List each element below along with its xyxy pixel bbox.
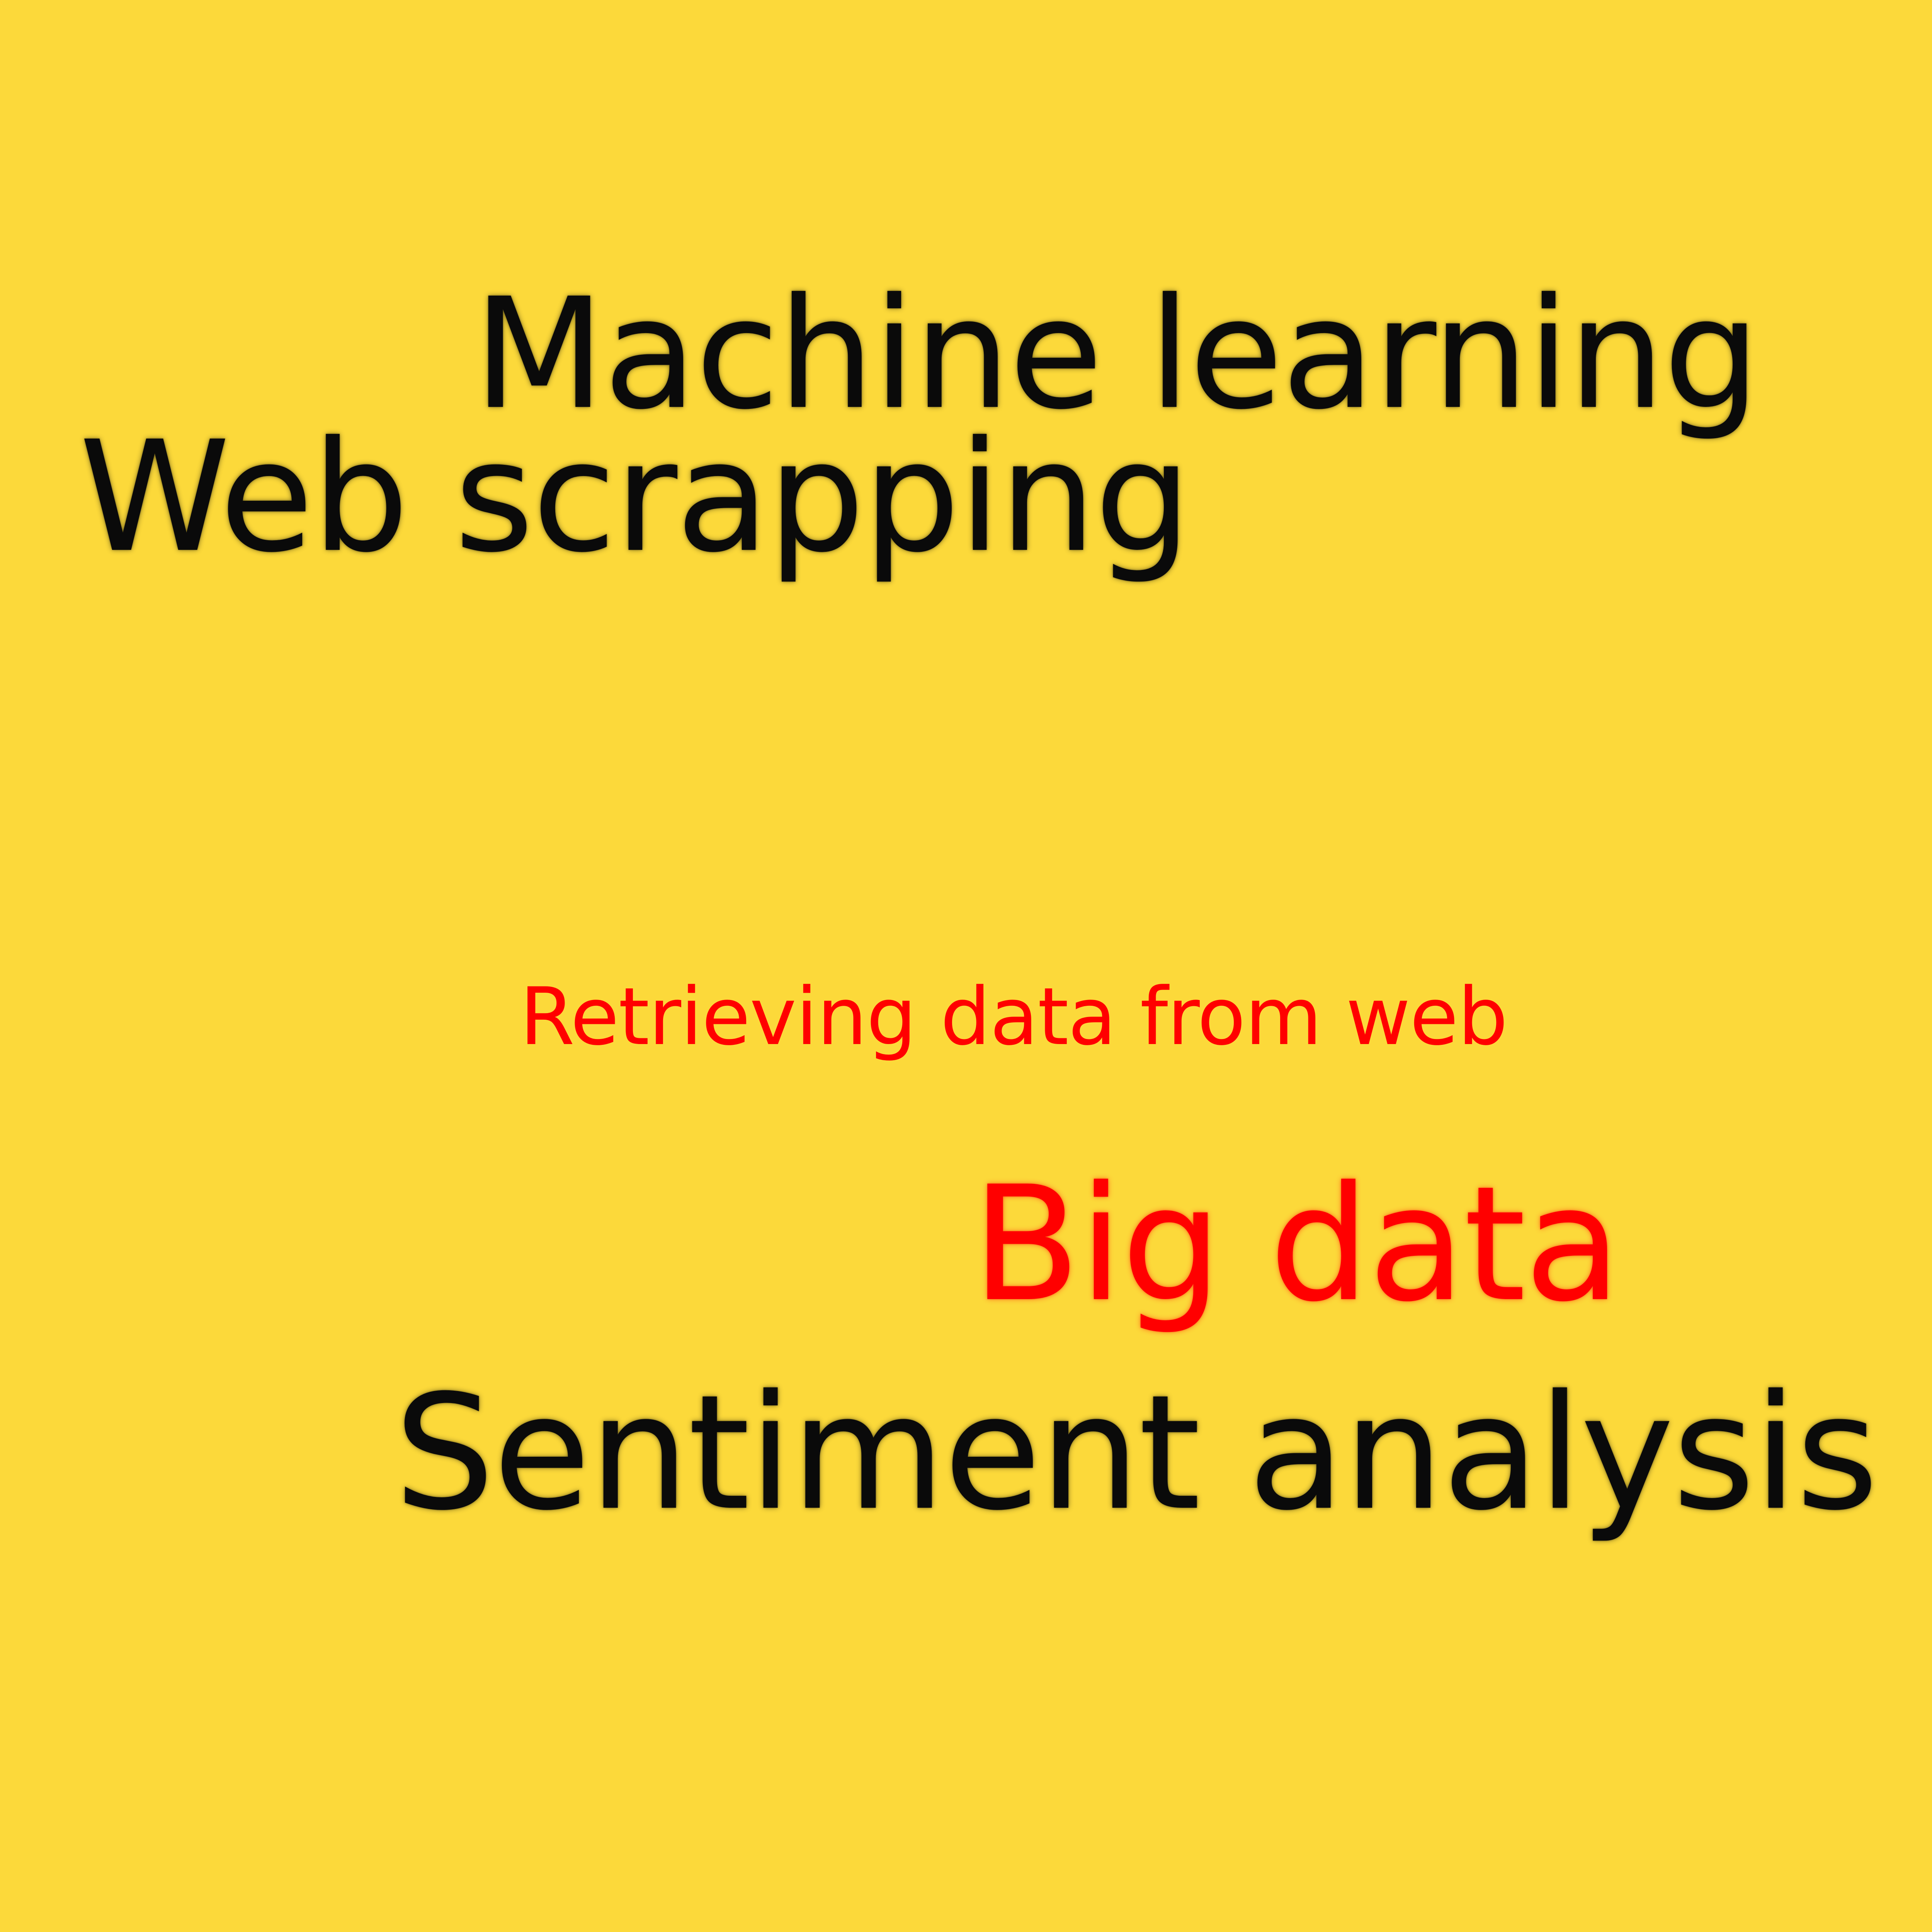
word-cloud-canvas: Machine learning Web scrapping Retrievin… [0,0,1932,1932]
word-retrieving-data-from-web: Retrieving data from web [520,971,1508,1063]
word-big-data: Big data [972,1152,1621,1337]
word-sentiment-analysis: Sentiment analysis [394,1361,1879,1545]
word-web-scrapping: Web scrapping [79,408,1191,586]
word-machine-learning: Machine learning [473,265,1760,443]
